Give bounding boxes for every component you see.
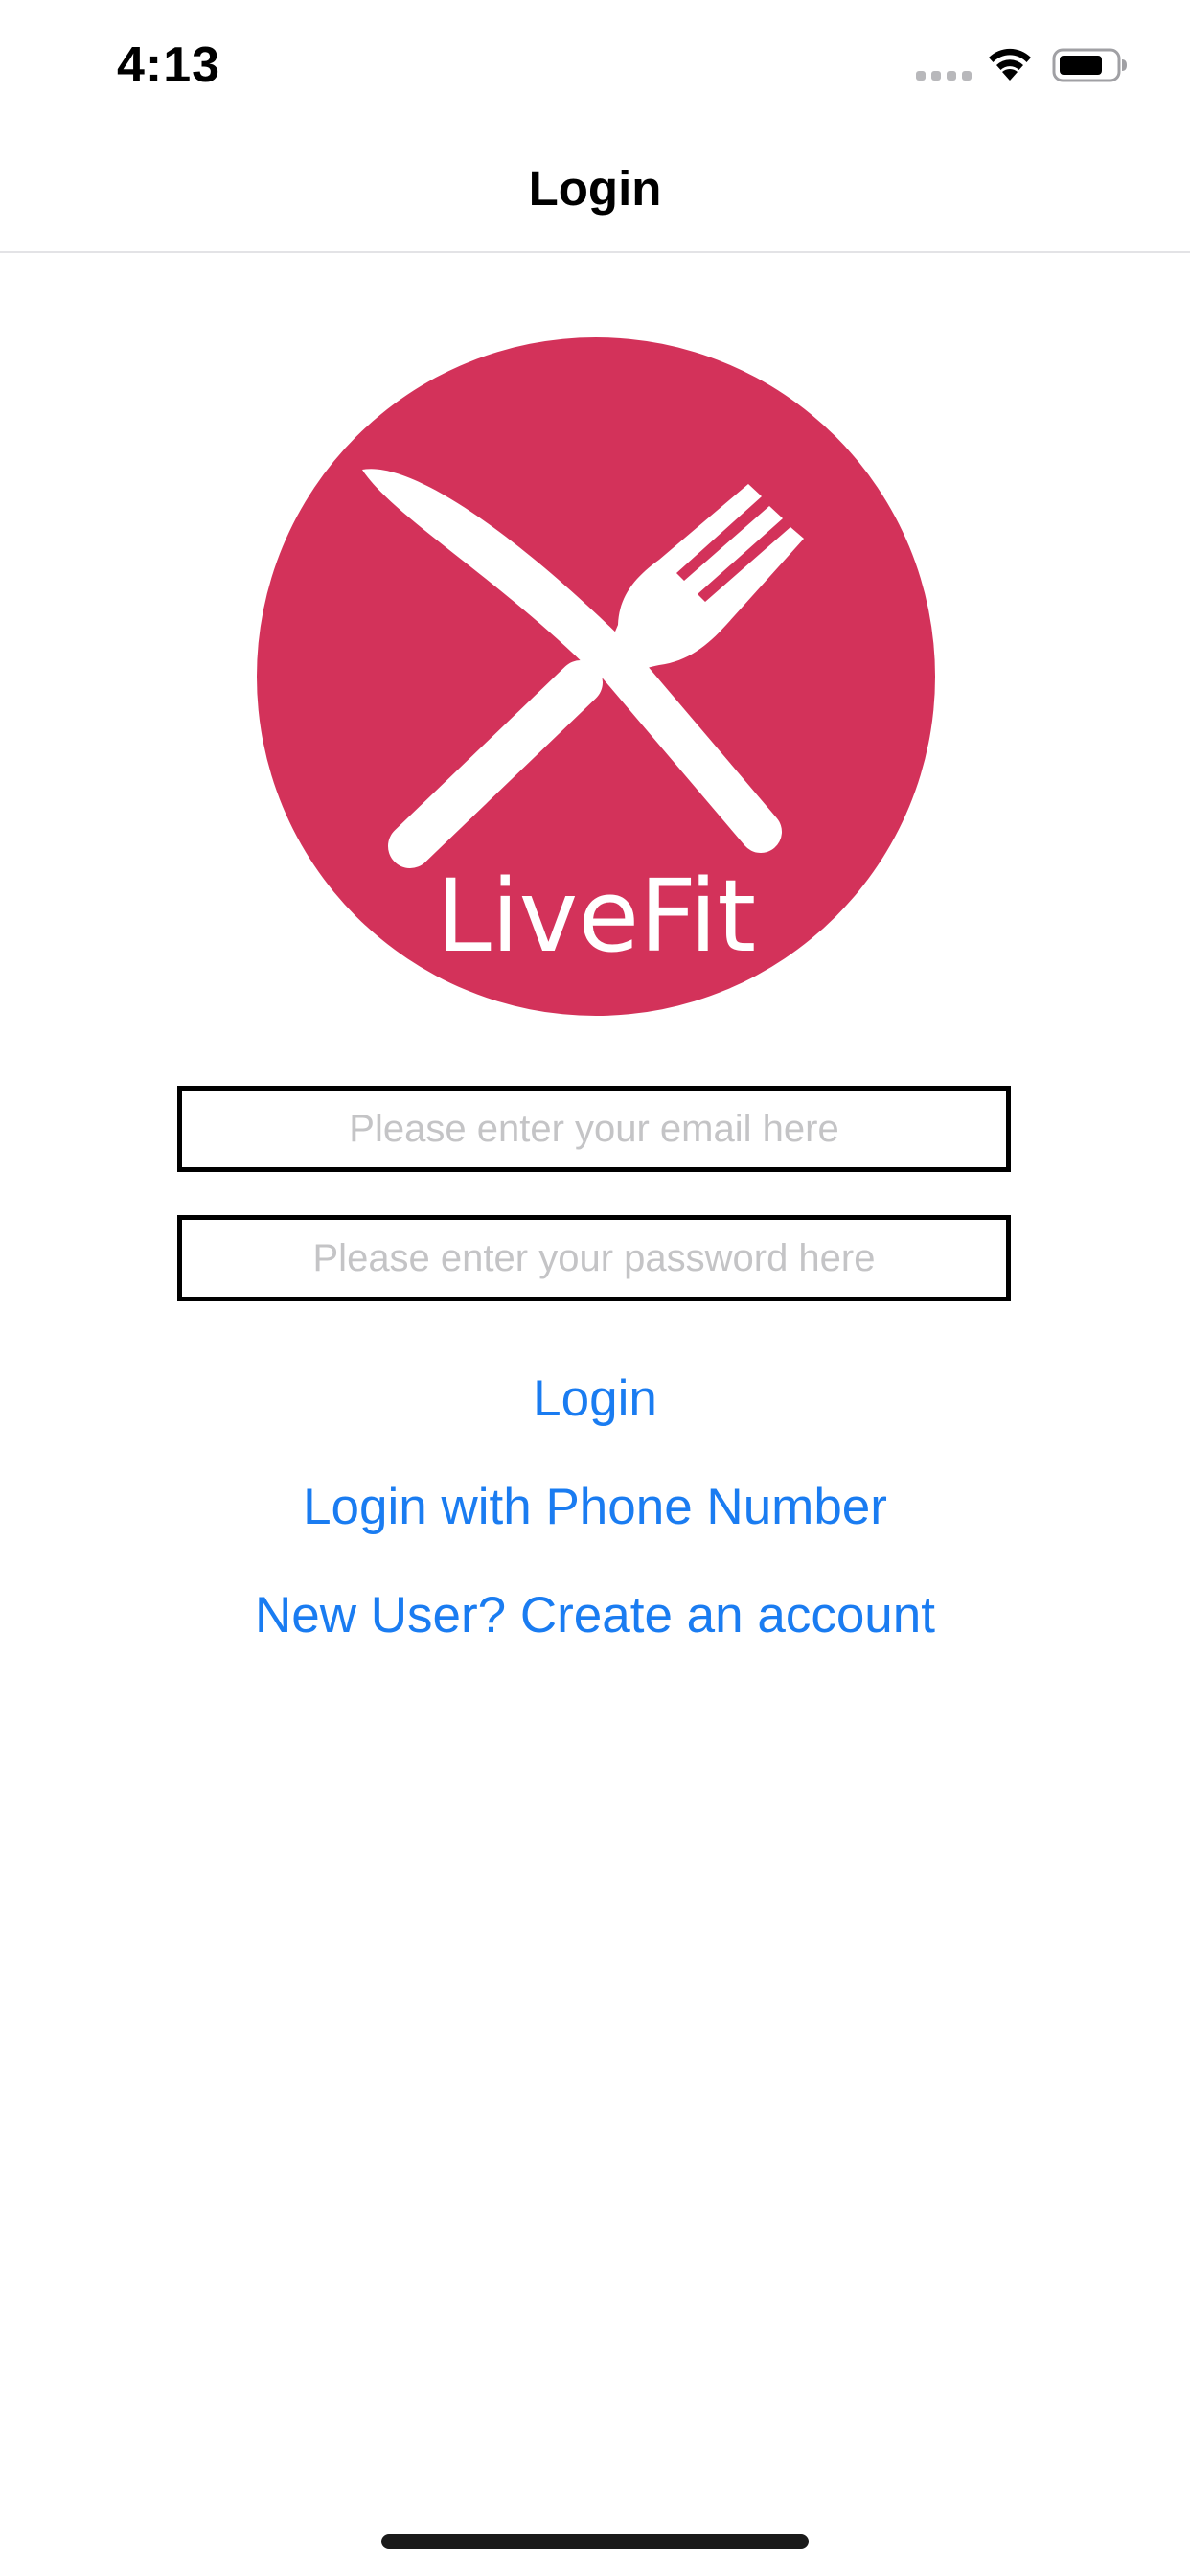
email-input[interactable] [182, 1091, 1006, 1167]
login-with-phone-button[interactable]: Login with Phone Number [0, 1469, 1190, 1546]
page-title: Login [528, 161, 662, 216]
home-indicator[interactable] [381, 2534, 809, 2549]
email-field[interactable] [177, 1086, 1011, 1172]
logo-text: LiveFit [436, 858, 756, 975]
password-field[interactable] [177, 1215, 1011, 1301]
status-time: 4:13 [117, 37, 221, 93]
password-input[interactable] [182, 1220, 1006, 1297]
wifi-icon [989, 48, 1031, 80]
login-button[interactable]: Login [0, 1361, 1190, 1438]
status-bar: 4:13 [0, 0, 1190, 126]
navigation-bar: Login [0, 126, 1190, 253]
login-screen: 4:13 Login LiveFit Please enter your ema… [0, 0, 1190, 2576]
cellular-dots-icon [916, 71, 972, 80]
livefit-logo: LiveFit [257, 337, 935, 1016]
battery-icon [1052, 48, 1127, 82]
create-account-button[interactable]: New User? Create an account [0, 1577, 1190, 1654]
